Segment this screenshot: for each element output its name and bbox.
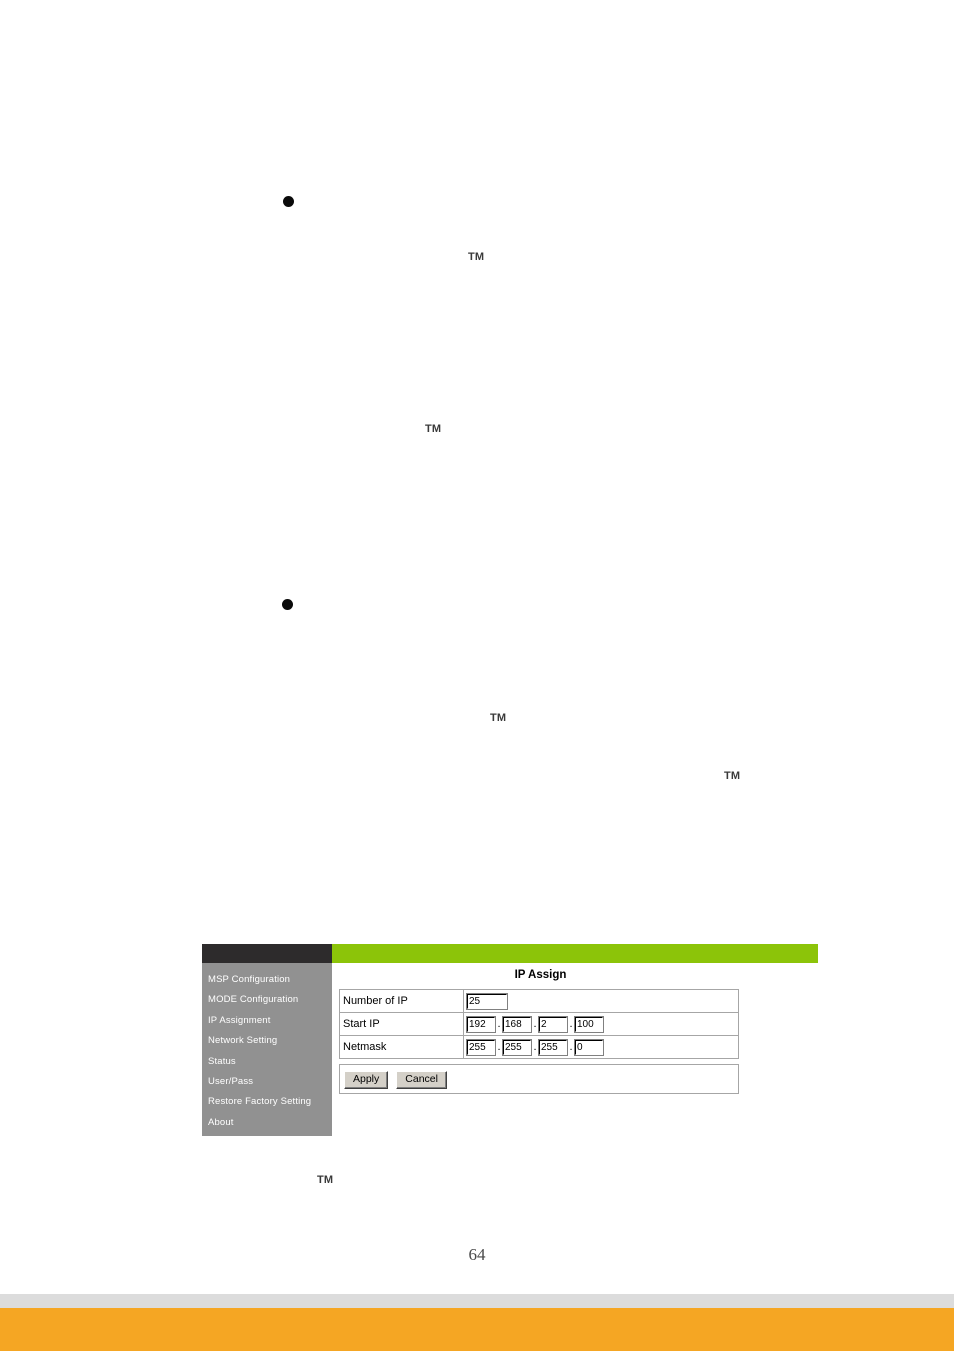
embedded-router-admin-screenshot: MSP Configuration MODE Configuration IP … bbox=[202, 944, 818, 1136]
table-row-actions: Apply Cancel bbox=[339, 1064, 739, 1094]
trademark-mark-4: TM bbox=[724, 770, 741, 782]
netmask-octet-4-input[interactable]: 0 bbox=[574, 1038, 604, 1056]
page-number: 64 bbox=[468, 1245, 486, 1264]
sidebar-item-msp-configuration[interactable]: MSP Configuration bbox=[202, 970, 332, 990]
sidebar-item-mode-configuration[interactable]: MODE Configuration bbox=[202, 990, 332, 1010]
trademark-mark-3: TM bbox=[490, 712, 507, 724]
cancel-button[interactable]: Cancel bbox=[396, 1071, 447, 1089]
actions-cell: Apply Cancel bbox=[339, 1064, 739, 1094]
netmask-octet-1-input[interactable]: 255 bbox=[466, 1038, 496, 1056]
start-ip-octet-1-input[interactable]: 192 bbox=[466, 1015, 496, 1033]
trademark-mark-2: TM bbox=[425, 423, 442, 435]
admin-body: MSP Configuration MODE Configuration IP … bbox=[202, 963, 818, 1136]
start-ip-octet-2-input[interactable]: 168 bbox=[502, 1015, 532, 1033]
number-of-ip-input[interactable]: 25 bbox=[466, 992, 508, 1010]
sidebar-item-about[interactable]: About bbox=[202, 1113, 332, 1133]
field-cell-number-of-ip: 25 bbox=[463, 989, 739, 1013]
admin-sidebar: MSP Configuration MODE Configuration IP … bbox=[202, 963, 332, 1136]
ip-separator-dot: . bbox=[533, 1041, 537, 1053]
netmask-octet-2-input[interactable]: 255 bbox=[502, 1038, 532, 1056]
form-actions-table: Apply Cancel bbox=[339, 1064, 739, 1094]
field-cell-netmask: 255. 255. 255. 0 bbox=[463, 1035, 739, 1059]
document-page: TM TM TM TM TM MSP Configuration MODE Co… bbox=[0, 0, 954, 1294]
page-title: IP Assign bbox=[514, 969, 567, 981]
trademark-mark-1: TM bbox=[468, 251, 485, 263]
trademark-mark-5: TM bbox=[317, 1174, 334, 1186]
ip-separator-dot: . bbox=[533, 1018, 537, 1030]
apply-button[interactable]: Apply bbox=[344, 1071, 389, 1089]
netmask-octet-3-input[interactable]: 255 bbox=[538, 1038, 568, 1056]
ip-separator-dot: . bbox=[569, 1041, 573, 1053]
body-bullet-2 bbox=[282, 599, 293, 610]
label-netmask: Netmask bbox=[339, 1035, 464, 1059]
sidebar-item-ip-assignment[interactable]: IP Assignment bbox=[202, 1011, 332, 1031]
admin-header-logo-block bbox=[202, 944, 332, 963]
sidebar-item-status[interactable]: Status bbox=[202, 1052, 332, 1072]
admin-header-accent-bar bbox=[332, 944, 818, 963]
body-bullet-1 bbox=[283, 196, 294, 207]
admin-content: IP Assign Number of IP 25 Start IP 192 .… bbox=[332, 963, 818, 1094]
sidebar-item-restore-factory-setting[interactable]: Restore Factory Setting bbox=[202, 1092, 332, 1112]
ip-assign-form-table: Number of IP 25 Start IP 192. 168. 2. 100 bbox=[339, 989, 739, 1059]
ip-separator-dot: . bbox=[569, 1018, 573, 1030]
footer-orange-band bbox=[0, 1308, 954, 1351]
footer-gray-band bbox=[0, 1294, 954, 1308]
start-ip-octet-4-input[interactable]: 100 bbox=[574, 1015, 604, 1033]
label-number-of-ip: Number of IP bbox=[339, 989, 464, 1013]
label-start-ip: Start IP bbox=[339, 1012, 464, 1036]
table-row-number-of-ip: Number of IP 25 bbox=[339, 989, 739, 1013]
table-row-start-ip: Start IP 192. 168. 2. 100 bbox=[339, 1012, 739, 1036]
field-cell-start-ip: 192. 168. 2. 100 bbox=[463, 1012, 739, 1036]
sidebar-item-network-setting[interactable]: Network Setting bbox=[202, 1031, 332, 1051]
start-ip-octet-3-input[interactable]: 2 bbox=[538, 1015, 568, 1033]
ip-separator-dot: . bbox=[497, 1041, 501, 1053]
table-row-netmask: Netmask 255. 255. 255. 0 bbox=[339, 1035, 739, 1059]
ip-separator-dot: . bbox=[497, 1018, 501, 1030]
admin-header-bar bbox=[202, 944, 818, 963]
sidebar-item-user-pass[interactable]: User/Pass bbox=[202, 1072, 332, 1092]
